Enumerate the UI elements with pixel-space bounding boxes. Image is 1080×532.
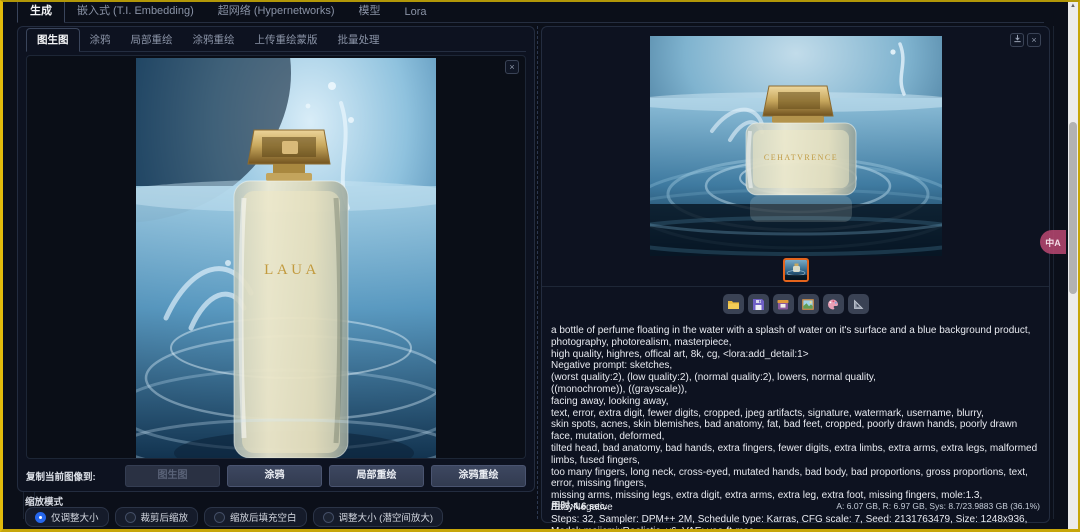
tab-inpaint-sketch[interactable]: 涂鸦重绘 [183,29,245,51]
result-panel: × CEHATVRENCE a bottle of perfume floati… [541,26,1050,529]
scrollbar-up-arrow-icon[interactable]: ▲ [1068,3,1078,9]
container-border-line [1053,26,1054,519]
info-line: Steps: 32, Sampler: DPM++ 2M, Schedule t… [551,513,1028,532]
result-action-buttons [542,294,1049,314]
gallery-divider [542,286,1049,287]
resize-mode-label: 缩放模式 [25,497,64,508]
img2img-mode-tab-bar: 图生图 涂鸦 局部重绘 涂鸦重绘 上传重绘蒙版 批量处理 [26,28,526,52]
gallery-thumbnail-selected[interactable] [783,258,809,282]
img2img-input-panel: 图生图 涂鸦 局部重绘 涂鸦重绘 上传重绘蒙版 批量处理 LAUA × 复制当前… [17,26,535,492]
radio-resize-and-fill[interactable]: 缩放后填充空白 [204,507,307,527]
radio-dot-icon [214,511,226,523]
tab-lora[interactable]: Lora [393,3,439,22]
info-line: text, error, extra digit, fewer digits, … [551,407,984,419]
viewer-buttons: × [1010,33,1041,47]
tab-ti-embedding[interactable]: 嵌入式 (T.I. Embedding) [65,2,206,22]
tab-img2img[interactable]: 图生图 [26,28,80,52]
send-to-img2img-button[interactable] [797,294,819,314]
radio-just-resize[interactable]: 仅调整大小 [25,507,109,527]
radio-dot-icon [35,511,46,523]
send-to-inpaint-button[interactable] [822,294,844,314]
copy-to-inpaint-sketch-button[interactable]: 涂鸦重绘 [431,465,526,487]
archive-box-icon [777,299,789,309]
send-to-extras-button[interactable] [847,294,869,314]
result-image[interactable]: CEHATVRENCE [650,36,942,256]
radio-crop-and-resize[interactable]: 裁剪后缩放 [114,507,199,527]
memory-stats: A: 6.07 GB, R: 6.97 GB, Sys: 8.7/23.9883… [836,501,1040,511]
tab-inpaint[interactable]: 局部重绘 [121,29,183,51]
info-line: facing away, looking away, [551,395,669,407]
save-zip-button[interactable] [772,294,794,314]
generation-time: 用时:4.6 sec. [551,501,608,512]
main-tab-bar: 生成 嵌入式 (T.I. Embedding) 超网络 (Hypernetwor… [17,2,1044,23]
tab-batch[interactable]: 批量处理 [328,29,390,51]
input-image[interactable]: LAUA [136,58,436,458]
palette-icon [828,299,839,309]
clear-input-image-button[interactable]: × [505,60,519,74]
copy-to-img2img-button: 图生图 [125,465,220,487]
sd-webui-window: 生成 嵌入式 (T.I. Embedding) 超网络 (Hypernetwor… [0,0,1080,532]
radio-dot-icon [124,511,136,523]
radio-label: 仅调整大小 [51,513,99,524]
tab-inpaint-upload[interactable]: 上传重绘蒙版 [245,29,328,51]
framed-picture-icon [802,298,814,310]
copy-to-row: 复制当前图像到: 图生图 涂鸦 局部重绘 涂鸦重绘 [26,463,526,489]
thumbnail-image [785,260,807,280]
triangle-ruler-icon [853,299,863,309]
bottle-label-text: LAUA [264,262,320,278]
input-image-dropzone[interactable]: LAUA × [26,55,526,459]
info-line: high quality, highres, offical art, 8k, … [551,348,809,360]
page-scrollbar[interactable]: ▲ [1068,2,1078,529]
tab-generate[interactable]: 生成 [17,2,65,23]
result-bottle-label-text: CEHATVRENCE [764,153,838,162]
copy-to-label: 复制当前图像到: [26,472,96,483]
bilingual-toggle-button[interactable]: 中A [1040,230,1066,254]
radio-latent-upscale[interactable]: 调整大小 (潜空间放大) [312,507,444,527]
info-line: (worst quality:2), (low quality:2), (nor… [551,372,876,384]
tab-sketch[interactable]: 涂鸦 [80,29,121,51]
tab-models[interactable]: 模型 [347,2,393,22]
column-resize-handle[interactable] [537,26,538,519]
resize-mode-radio-group: 仅调整大小 裁剪后缩放 缩放后填充空白 调整大小 (潜空间放大) [25,507,444,527]
radio-dot-icon [322,511,334,523]
info-line: skin spots, acnes, skin blemishes, bad a… [551,419,1018,443]
floppy-disk-icon [752,298,764,310]
folder-icon [727,300,739,309]
radio-label: 缩放后填充空白 [230,513,297,524]
download-icon [1013,34,1021,43]
close-result-button[interactable]: × [1027,33,1041,47]
copy-to-sketch-button[interactable]: 涂鸦 [227,465,322,487]
open-output-folder-button[interactable] [722,294,744,314]
radio-label: 裁剪后缩放 [140,513,189,524]
radio-label: 调整大小 (潜空间放大) [338,513,434,524]
info-line: Negative prompt: sketches, [551,360,673,372]
scrollbar-thumb[interactable] [1069,122,1077,294]
download-image-button[interactable] [1010,33,1024,47]
copy-to-inpaint-button[interactable]: 局部重绘 [329,465,424,487]
tab-hypernetworks[interactable]: 超网络 (Hypernetworks) [206,2,347,22]
info-line: too many fingers, long neck, cross-eyed,… [551,466,1028,490]
info-line: a bottle of perfume floating in the wate… [551,325,1031,348]
info-line: tilted head, bad anatomy, bad hands, ext… [551,442,1038,466]
save-image-button[interactable] [747,294,769,314]
info-line: ((monochrome)), ((grayscale)), [551,383,688,395]
